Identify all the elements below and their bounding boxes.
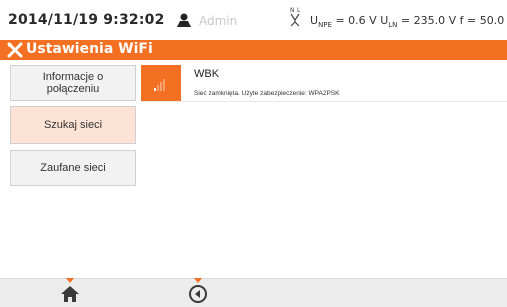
unpe-value: = 0.6 V <box>335 14 377 27</box>
home-icon[interactable] <box>59 284 81 304</box>
user-name: Admin <box>199 14 238 28</box>
network-list-item[interactable]: WBK Sieć zamknięta. Użyte zabezpieczenie… <box>141 65 507 102</box>
signal-badge <box>141 65 181 101</box>
user-icon <box>177 13 191 27</box>
sidebar-item-trusted-networks[interactable]: Zaufane sieci <box>10 150 136 186</box>
network-status: Sieć zamknięta. Użyte zabezpieczenie: WP… <box>194 90 340 97</box>
back-marker-icon <box>194 278 202 283</box>
sidebar-item-search-networks[interactable]: Szukaj sieci <box>10 106 136 144</box>
title-bar: Ustawienia WiFi <box>0 40 507 60</box>
probe-icon: N L <box>290 7 301 27</box>
home-marker-icon <box>66 278 74 283</box>
label-line2: połączeniu <box>46 83 100 95</box>
sidebar-item-label: Szukaj sieci <box>43 119 103 131</box>
back-icon[interactable] <box>188 284 208 304</box>
network-name: WBK <box>194 68 220 80</box>
sidebar-item-connection-info[interactable]: Informacje o połączeniu <box>10 65 136 101</box>
status-bar: 2014/11/19 9:32:02 Admin N L UNPE = 0.6 … <box>0 0 507 40</box>
uln-value: = 235.0 V <box>400 14 457 27</box>
tools-icon <box>7 42 23 58</box>
uln-sub: LN <box>388 21 398 30</box>
label-line1: Informacje o <box>42 71 104 83</box>
sidebar-item-label: Informacje o połączeniu <box>43 71 104 95</box>
unpe-symbol: U <box>310 14 319 27</box>
page-title: Ustawienia WiFi <box>26 41 153 57</box>
datetime: 2014/11/19 9:32:02 <box>8 12 165 28</box>
wifi-signal-icon <box>154 79 165 91</box>
sidebar-item-label: Zaufane sieci <box>40 162 106 174</box>
probe-label-l: L <box>297 7 301 14</box>
unpe-sub: NPE <box>318 21 332 30</box>
probe-label-n: N <box>290 7 295 14</box>
frequency-value: f = 50.0 Hz <box>459 14 507 27</box>
measurements: UNPE = 0.6 V ULN = 235.0 V f = 50.0 Hz <box>310 14 507 29</box>
